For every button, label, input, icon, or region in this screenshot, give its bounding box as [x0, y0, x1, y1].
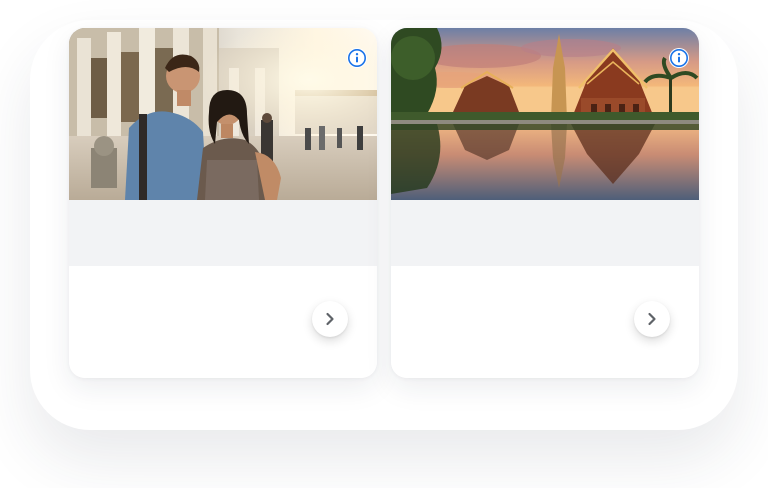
temple-sunset-reflection-photo[interactable] [391, 28, 699, 200]
info-button[interactable] [347, 48, 367, 68]
destination-card-1[interactable] [69, 28, 377, 378]
next-button[interactable] [634, 301, 670, 337]
chevron-right-icon [326, 312, 334, 326]
destination-card-2[interactable] [391, 28, 699, 378]
chevron-right-icon [648, 312, 656, 326]
next-button[interactable] [312, 301, 348, 337]
info-icon [348, 49, 366, 67]
info-icon [670, 49, 688, 67]
card-details-band [69, 200, 377, 266]
couple-at-temple-photo[interactable] [69, 28, 377, 200]
card-carousel [0, 0, 768, 488]
card-details-band [391, 200, 699, 266]
info-button[interactable] [669, 48, 689, 68]
